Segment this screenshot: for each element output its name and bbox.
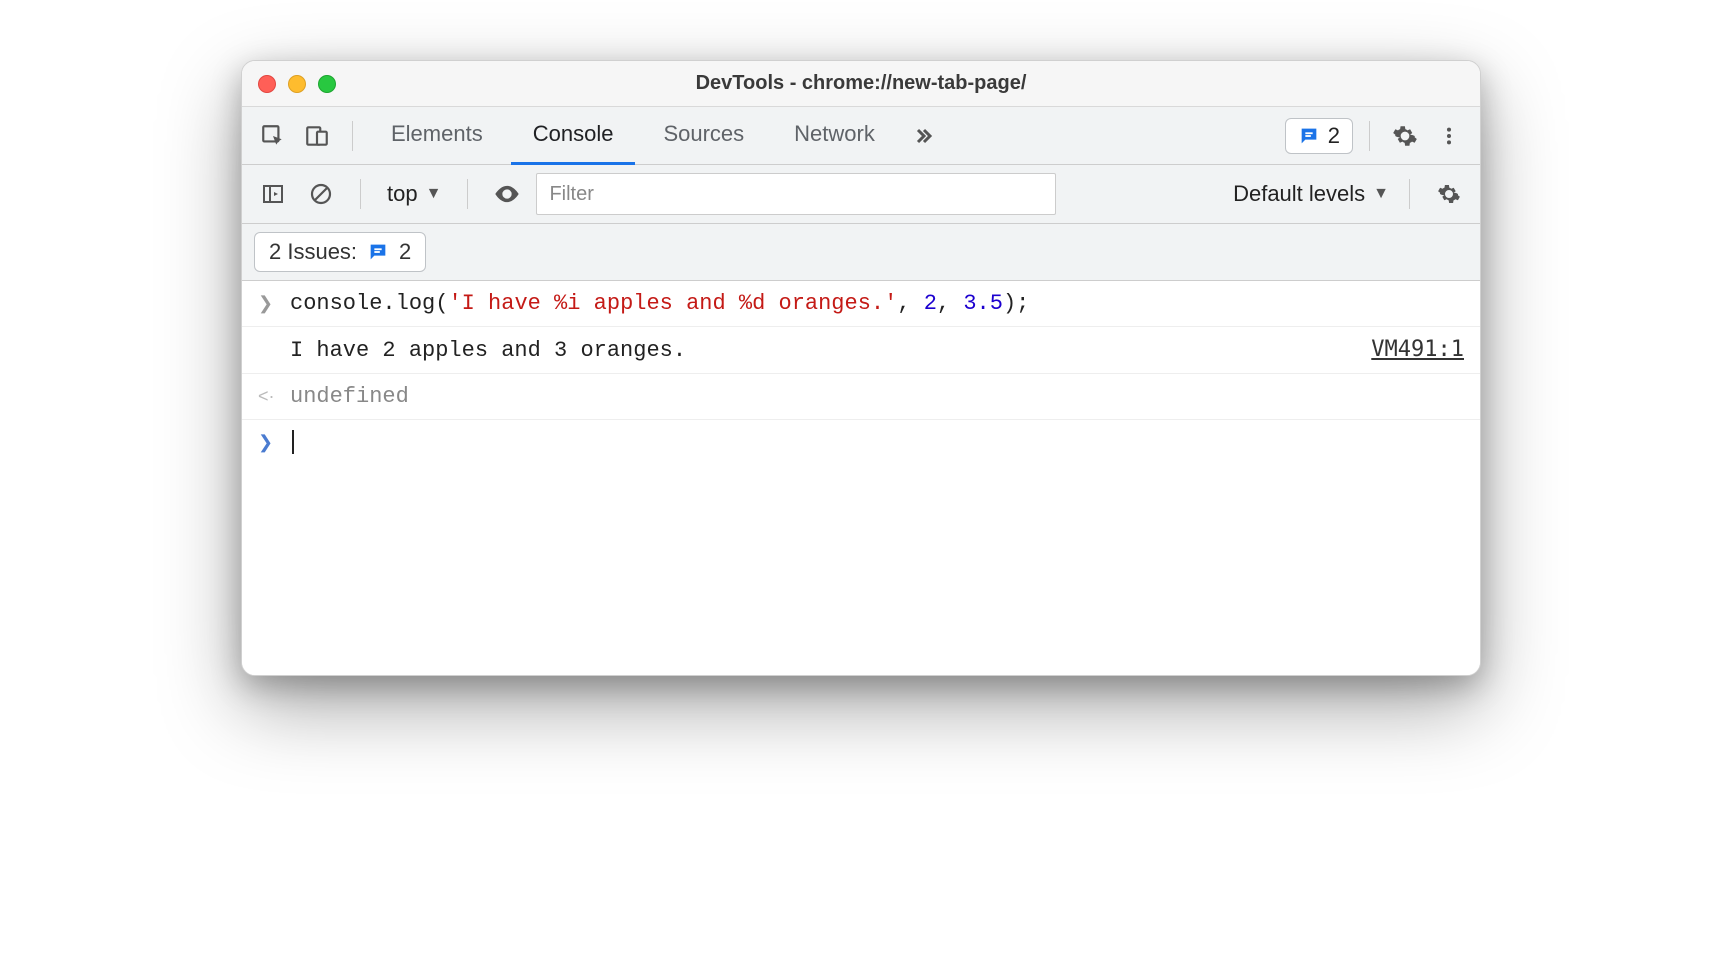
inspect-element-icon[interactable] bbox=[254, 117, 292, 155]
tab-sources[interactable]: Sources bbox=[641, 107, 766, 165]
issues-chip-count: 2 bbox=[399, 239, 411, 265]
filter-input[interactable] bbox=[536, 173, 1056, 215]
return-chevron-icon: <· bbox=[258, 386, 276, 407]
window-title: DevTools - chrome://new-tab-page/ bbox=[242, 72, 1480, 95]
traffic-lights bbox=[258, 75, 336, 93]
log-levels-selector[interactable]: Default levels ▼ bbox=[1233, 181, 1389, 207]
window-maximize-button[interactable] bbox=[318, 75, 336, 93]
context-label: top bbox=[387, 181, 418, 207]
text-cursor bbox=[292, 430, 294, 454]
console-prompt-input[interactable] bbox=[290, 430, 294, 455]
issues-row: 2 Issues: 2 bbox=[242, 224, 1480, 281]
device-toggle-icon[interactable] bbox=[298, 117, 336, 155]
titlebar: DevTools - chrome://new-tab-page/ bbox=[242, 61, 1480, 107]
divider bbox=[360, 179, 361, 209]
console-input-row: ❯ console.log('I have %i apples and %d o… bbox=[242, 281, 1480, 327]
console-output-row: I have 2 apples and 3 oranges. VM491:1 bbox=[242, 327, 1480, 374]
console-output: ❯ console.log('I have %i apples and %d o… bbox=[242, 281, 1480, 675]
more-tabs-icon[interactable] bbox=[903, 117, 941, 155]
main-tabbar: Elements Console Sources Network 2 bbox=[242, 107, 1480, 165]
source-link[interactable]: VM491:1 bbox=[1371, 337, 1464, 362]
prompt-chevron-icon: ❯ bbox=[258, 432, 276, 453]
issues-badge-count: 2 bbox=[1328, 123, 1340, 149]
settings-gear-icon[interactable] bbox=[1386, 117, 1424, 155]
console-output-text: I have 2 apples and 3 oranges. bbox=[290, 338, 686, 363]
devtools-window: DevTools - chrome://new-tab-page/ Elemen… bbox=[241, 60, 1481, 676]
chevron-down-icon: ▼ bbox=[1373, 185, 1389, 203]
console-return-row: <· undefined bbox=[242, 374, 1480, 420]
console-empty-area[interactable] bbox=[242, 465, 1480, 675]
window-minimize-button[interactable] bbox=[288, 75, 306, 93]
divider bbox=[467, 179, 468, 209]
chevron-down-icon: ▼ bbox=[426, 185, 442, 203]
divider bbox=[352, 121, 353, 151]
tab-network[interactable]: Network bbox=[772, 107, 897, 165]
console-settings-gear-icon[interactable] bbox=[1430, 175, 1468, 213]
console-return-value: undefined bbox=[290, 384, 409, 409]
divider bbox=[1369, 121, 1370, 151]
input-chevron-icon: ❯ bbox=[258, 293, 276, 314]
window-close-button[interactable] bbox=[258, 75, 276, 93]
issues-chip[interactable]: 2 Issues: 2 bbox=[254, 232, 426, 272]
issues-chip-label: 2 Issues: bbox=[269, 239, 357, 265]
log-levels-label: Default levels bbox=[1233, 181, 1365, 207]
tab-elements[interactable]: Elements bbox=[369, 107, 505, 165]
console-input-code: console.log('I have %i apples and %d ora… bbox=[290, 291, 1029, 316]
divider bbox=[1409, 179, 1410, 209]
clear-console-icon[interactable] bbox=[302, 175, 340, 213]
kebab-menu-icon[interactable] bbox=[1430, 117, 1468, 155]
console-toolbar: top ▼ Default levels ▼ bbox=[242, 165, 1480, 224]
console-prompt-row[interactable]: ❯ bbox=[242, 420, 1480, 465]
context-selector[interactable]: top ▼ bbox=[381, 177, 447, 211]
console-sidebar-toggle-icon[interactable] bbox=[254, 175, 292, 213]
tab-console[interactable]: Console bbox=[511, 107, 636, 165]
issues-badge[interactable]: 2 bbox=[1285, 118, 1353, 154]
live-expression-eye-icon[interactable] bbox=[488, 175, 526, 213]
